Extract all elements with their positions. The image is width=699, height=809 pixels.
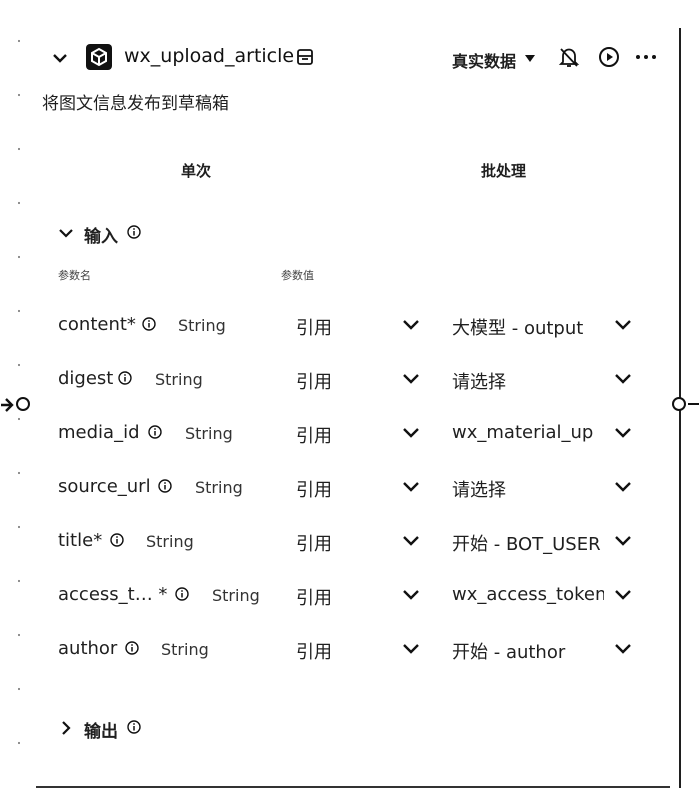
param-value-select[interactable]: 开始 - BOT_USER: [452, 530, 604, 556]
info-icon[interactable]: [158, 479, 172, 493]
chevron-down-icon[interactable]: [614, 372, 632, 386]
param-name: media_id: [58, 422, 140, 443]
param-value-select[interactable]: 请选择: [452, 476, 604, 502]
edit-icon[interactable]: [296, 48, 314, 66]
param-ref-select[interactable]: 引用: [296, 314, 332, 340]
param-name: digest: [58, 368, 114, 389]
param-row: author String 引用 开始 - author: [0, 630, 699, 670]
bell-off-icon[interactable]: [558, 46, 580, 68]
chevron-down-icon[interactable]: [402, 534, 420, 548]
chevron-down-icon[interactable]: [614, 588, 632, 602]
chevron-down-icon[interactable]: [402, 588, 420, 602]
chevron-down-icon[interactable]: [614, 480, 632, 494]
param-row: digest String 引用 请选择: [0, 360, 699, 400]
param-value-select[interactable]: 开始 - author: [452, 638, 604, 664]
info-icon[interactable]: [110, 533, 124, 547]
tab-batch[interactable]: 批处理: [481, 160, 526, 181]
param-ref-select[interactable]: 引用: [296, 530, 332, 556]
node-description: 将图文信息发布到草稿箱: [42, 94, 229, 114]
data-mode-select[interactable]: 真实数据: [452, 48, 516, 72]
param-type: String: [212, 586, 260, 605]
param-type: String: [146, 532, 194, 551]
param-name: author: [58, 638, 118, 659]
node-title: wx_upload_article: [124, 45, 295, 67]
chevron-down-icon[interactable]: [614, 426, 632, 440]
caret-down-icon[interactable]: [524, 52, 536, 64]
output-section-toggle[interactable]: 输出: [58, 717, 158, 742]
param-type: String: [155, 370, 203, 389]
node-bottom-divider: [36, 786, 670, 788]
column-header-param-value: 参数值: [281, 269, 314, 282]
chevron-down-icon[interactable]: [402, 318, 420, 332]
chevron-down-icon[interactable]: [614, 318, 632, 332]
input-section-label: 输入: [84, 227, 118, 247]
param-row: title* String 引用 开始 - BOT_USER: [0, 522, 699, 562]
param-value-select[interactable]: wx_access_token: [452, 584, 604, 605]
param-value-select[interactable]: wx_material_up: [452, 422, 604, 443]
param-type: String: [178, 316, 226, 335]
param-row: access_t… * String 引用 wx_access_token: [0, 576, 699, 616]
param-ref-select[interactable]: 引用: [296, 476, 332, 502]
chevron-down-icon[interactable]: [402, 372, 420, 386]
info-icon[interactable]: [175, 587, 189, 601]
param-value-select[interactable]: 请选择: [452, 368, 604, 394]
chevron-down-icon[interactable]: [614, 534, 632, 548]
param-row: media_id String 引用 wx_material_up: [0, 414, 699, 454]
info-icon[interactable]: [148, 425, 162, 439]
play-icon[interactable]: [598, 46, 620, 68]
param-name: access_t… *: [58, 584, 168, 605]
output-edge: [688, 403, 699, 405]
column-header-param-name: 参数名: [58, 269, 91, 282]
chevron-down-icon[interactable]: [402, 642, 420, 656]
info-icon[interactable]: [142, 317, 156, 331]
more-icon[interactable]: [634, 46, 658, 68]
param-row: source_url String 引用 请选择: [0, 468, 699, 508]
tab-single[interactable]: 单次: [181, 160, 211, 181]
param-row: content* String 引用 大模型 - output: [0, 306, 699, 346]
plugin-box-icon: [86, 44, 112, 70]
chevron-down-icon: [59, 229, 73, 238]
chevron-down-icon[interactable]: [402, 426, 420, 440]
input-section-toggle[interactable]: 输入: [58, 222, 158, 247]
param-value-select[interactable]: 大模型 - output: [452, 314, 604, 340]
info-icon[interactable]: [127, 720, 141, 734]
chevron-down-icon[interactable]: [402, 480, 420, 494]
param-ref-select[interactable]: 引用: [296, 584, 332, 610]
param-type: String: [185, 424, 233, 443]
chevron-right-icon: [62, 721, 71, 735]
param-name: source_url: [58, 476, 151, 497]
param-type: String: [161, 640, 209, 659]
info-icon[interactable]: [125, 641, 139, 655]
param-ref-select[interactable]: 引用: [296, 638, 332, 664]
node-header: wx_upload_article 真实数据: [44, 40, 664, 76]
param-ref-select[interactable]: 引用: [296, 368, 332, 394]
param-name: content*: [58, 314, 136, 335]
info-icon[interactable]: [127, 225, 141, 239]
param-ref-select[interactable]: 引用: [296, 422, 332, 448]
param-name: title*: [58, 530, 103, 551]
param-type: String: [195, 478, 243, 497]
chevron-down-icon[interactable]: [50, 48, 70, 68]
output-section-label: 输出: [84, 722, 118, 742]
info-icon[interactable]: [118, 371, 132, 385]
chevron-down-icon[interactable]: [614, 642, 632, 656]
